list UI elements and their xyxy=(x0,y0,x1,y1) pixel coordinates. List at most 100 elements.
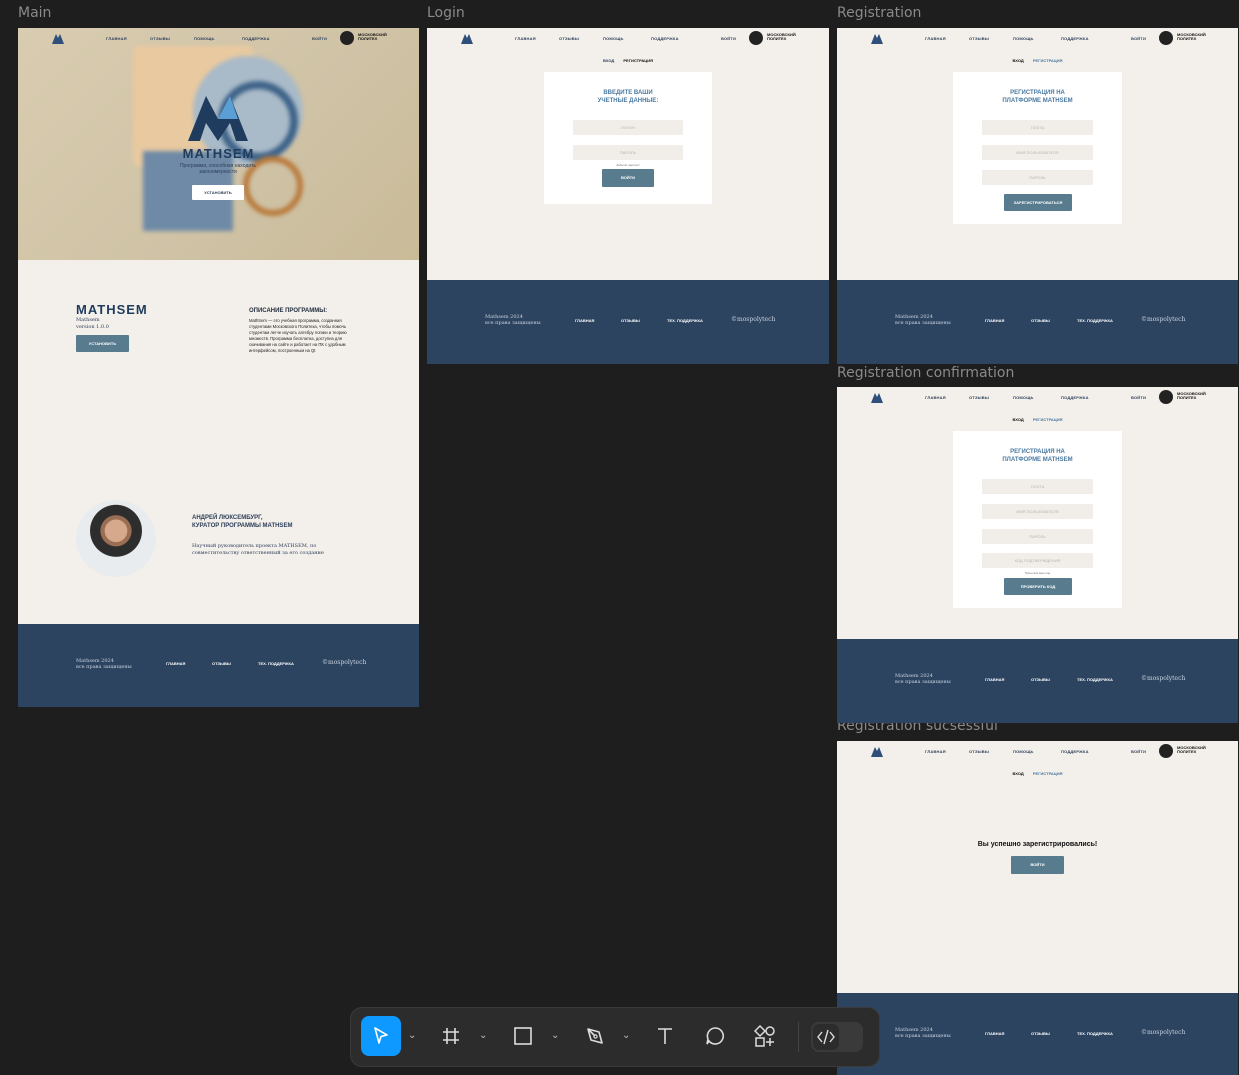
footer-link-reviews[interactable]: ОТЗЫВЫ xyxy=(1031,1031,1050,1036)
text-tool-button[interactable] xyxy=(645,1016,685,1056)
tab-register[interactable]: РЕГИСТРАЦИЯ xyxy=(623,58,653,63)
nav-home[interactable]: ГЛАВНАЯ xyxy=(925,36,946,41)
polytech-logo-icon[interactable] xyxy=(1159,390,1173,404)
login-button[interactable]: ВОЙТИ xyxy=(602,169,654,187)
auth-tabs: ВХОД РЕГИСТРАЦИЯ xyxy=(837,58,1238,63)
mathsem-logo-icon[interactable] xyxy=(52,33,64,44)
nav-help[interactable]: ПОМОЩЬ xyxy=(1013,749,1034,754)
footer-link-reviews[interactable]: ОТЗЫВЫ xyxy=(1031,318,1050,323)
assets-tool-button[interactable] xyxy=(745,1016,785,1056)
tab-register[interactable]: РЕГИСТРАЦИЯ xyxy=(1033,58,1063,63)
chevron-down-icon[interactable]: ⌄ xyxy=(479,1030,487,1041)
frame-tool-button[interactable] xyxy=(431,1016,471,1056)
nav-help[interactable]: ПОМОЩЬ xyxy=(194,36,215,41)
polytech-logo-icon[interactable] xyxy=(749,31,763,45)
footer-line2: все права защищены xyxy=(76,664,132,670)
email-input[interactable]: ПОЧТА xyxy=(982,479,1093,494)
nav-support[interactable]: ПОДДЕРЖКА xyxy=(242,36,270,41)
polytech-logo-icon[interactable] xyxy=(340,31,354,45)
code-input[interactable]: КОД ПОДТВЕРЖДЕНИЯ xyxy=(982,553,1093,568)
nav-support[interactable]: ПОДДЕРЖКА xyxy=(1061,395,1089,400)
frame-label-login[interactable]: Login xyxy=(427,5,465,21)
login-frame[interactable]: ГЛАВНАЯ ОТЗЫВЫ ПОМОЩЬ ПОДДЕРЖКА ВОЙТИ МО… xyxy=(427,28,829,364)
tab-login[interactable]: ВХОД xyxy=(1013,58,1024,63)
tab-login[interactable]: ВХОД xyxy=(1013,417,1024,422)
nav-login[interactable]: ВОЙТИ xyxy=(1131,749,1146,754)
footer-link-home[interactable]: ГЛАВНАЯ xyxy=(985,1031,1004,1036)
footer-link-home[interactable]: ГЛАВНАЯ xyxy=(166,661,185,666)
footer-link-reviews[interactable]: ОТЗЫВЫ xyxy=(621,318,640,323)
username-input[interactable]: ИМЯ ПОЛЬЗОВАТЕЛЯ xyxy=(982,504,1093,519)
footer-link-home[interactable]: ГЛАВНАЯ xyxy=(985,318,1004,323)
nav-login[interactable]: ВОЙТИ xyxy=(312,36,327,41)
install-button[interactable]: УСТАНОВИТЬ xyxy=(76,335,129,352)
tab-register[interactable]: РЕГИСТРАЦИЯ xyxy=(1033,417,1063,422)
success-frame[interactable]: ГЛАВНАЯ ОТЗЫВЫ ПОМОЩЬ ПОДДЕРЖКА ВОЙТИ МО… xyxy=(837,741,1238,1075)
nav-login[interactable]: ВОЙТИ xyxy=(721,36,736,41)
polytech-logo-icon[interactable] xyxy=(1159,744,1173,758)
tab-login[interactable]: ВХОД xyxy=(1013,771,1024,776)
tab-login[interactable]: ВХОД xyxy=(603,58,614,63)
forgot-password-link[interactable]: Забыли пароль? xyxy=(544,163,712,167)
chevron-down-icon[interactable]: ⌄ xyxy=(622,1030,630,1041)
nav-login[interactable]: ВОЙТИ xyxy=(1131,395,1146,400)
username-input[interactable]: ИМЯ ПОЛЬЗОВАТЕЛЯ xyxy=(982,145,1093,160)
move-tool-button[interactable] xyxy=(361,1016,401,1056)
nav-help[interactable]: ПОМОЩЬ xyxy=(1013,395,1034,400)
success-login-button[interactable]: ВОЙТИ xyxy=(1011,856,1064,874)
frame-label-main[interactable]: Main xyxy=(18,5,51,21)
footer-link-reviews[interactable]: ОТЗЫВЫ xyxy=(212,661,231,666)
email-input[interactable]: ПОЧТА xyxy=(982,120,1093,135)
curator-avatar xyxy=(76,500,156,577)
dev-mode-toggle[interactable] xyxy=(811,1022,863,1052)
password-input[interactable]: ПАРОЛЬ xyxy=(982,529,1093,544)
nav-support[interactable]: ПОДДЕРЖКА xyxy=(1061,36,1089,41)
polytech-logo-icon[interactable] xyxy=(1159,31,1173,45)
chevron-down-icon[interactable]: ⌄ xyxy=(408,1030,416,1041)
login-input[interactable]: ЛОГИН xyxy=(573,120,683,135)
nav-help[interactable]: ПОМОЩЬ xyxy=(1013,36,1034,41)
footer-link-support[interactable]: ТЕХ. ПОДДЕРЖКА xyxy=(667,318,703,323)
mathsem-logo-icon[interactable] xyxy=(461,33,473,44)
nav-reviews[interactable]: ОТЗЫВЫ xyxy=(150,36,170,41)
nav-home[interactable]: ГЛАВНАЯ xyxy=(925,749,946,754)
mathsem-logo-icon[interactable] xyxy=(871,392,883,403)
nav-help[interactable]: ПОМОЩЬ xyxy=(603,36,624,41)
footer-link-support[interactable]: ТЕХ. ПОДДЕРЖКА xyxy=(1077,1031,1113,1036)
mathsem-logo-icon[interactable] xyxy=(871,746,883,757)
mathsem-logo-icon[interactable] xyxy=(871,33,883,44)
nav-home[interactable]: ГЛАВНАЯ xyxy=(925,395,946,400)
verify-code-button[interactable]: ПРОВЕРИТЬ КОД xyxy=(1004,578,1072,595)
registration-frame[interactable]: ГЛАВНАЯ ОТЗЫВЫ ПОМОЩЬ ПОДДЕРЖКА ВОЙТИ МО… xyxy=(837,28,1238,364)
nav-login[interactable]: ВОЙТИ xyxy=(1131,36,1146,41)
rectangle-tool-button[interactable] xyxy=(503,1016,543,1056)
register-button[interactable]: ЗАРЕГИСТРИРОВАТЬСЯ xyxy=(1004,194,1072,211)
nav-home[interactable]: ГЛАВНАЯ xyxy=(515,36,536,41)
footer-link-support[interactable]: ТЕХ. ПОДДЕРЖКА xyxy=(258,661,294,666)
nav-support[interactable]: ПОДДЕРЖКА xyxy=(1061,749,1089,754)
nav-reviews[interactable]: ОТЗЫВЫ xyxy=(969,36,989,41)
hero-install-button[interactable]: УСТАНОВИТЬ xyxy=(192,185,244,200)
password-input[interactable]: ПАРОЛЬ xyxy=(982,170,1093,185)
nav-reviews[interactable]: ОТЗЫВЫ xyxy=(559,36,579,41)
tab-register[interactable]: РЕГИСТРАЦИЯ xyxy=(1033,771,1063,776)
footer-link-home[interactable]: ГЛАВНАЯ xyxy=(985,677,1004,682)
chevron-down-icon[interactable]: ⌄ xyxy=(551,1030,559,1041)
footer-copyright: ©mospolytech xyxy=(731,316,776,323)
success-nav: ГЛАВНАЯ ОТЗЫВЫ ПОМОЩЬ ПОДДЕРЖКА ВОЙТИ МО… xyxy=(837,741,1238,761)
comment-tool-button[interactable] xyxy=(695,1016,735,1056)
frame-label-registration[interactable]: Registration xyxy=(837,5,921,21)
frame-label-confirmation[interactable]: Registration confirmation xyxy=(837,365,1014,381)
main-frame[interactable]: ГЛАВНАЯ ОТЗЫВЫ ПОМОЩЬ ПОДДЕРЖКА ВОЙТИ МО… xyxy=(18,28,419,707)
nav-home[interactable]: ГЛАВНАЯ xyxy=(106,36,127,41)
footer-link-reviews[interactable]: ОТЗЫВЫ xyxy=(1031,677,1050,682)
nav-reviews[interactable]: ОТЗЫВЫ xyxy=(969,395,989,400)
confirmation-frame[interactable]: ГЛАВНАЯ ОТЗЫВЫ ПОМОЩЬ ПОДДЕРЖКА ВОЙТИ МО… xyxy=(837,387,1238,723)
footer-link-home[interactable]: ГЛАВНАЯ xyxy=(575,318,594,323)
footer-link-support[interactable]: ТЕХ. ПОДДЕРЖКА xyxy=(1077,318,1113,323)
nav-reviews[interactable]: ОТЗЫВЫ xyxy=(969,749,989,754)
nav-support[interactable]: ПОДДЕРЖКА xyxy=(651,36,679,41)
footer-link-support[interactable]: ТЕХ. ПОДДЕРЖКА xyxy=(1077,677,1113,682)
pen-tool-button[interactable] xyxy=(575,1016,615,1056)
password-input[interactable]: ПАРОЛЬ xyxy=(573,145,683,160)
